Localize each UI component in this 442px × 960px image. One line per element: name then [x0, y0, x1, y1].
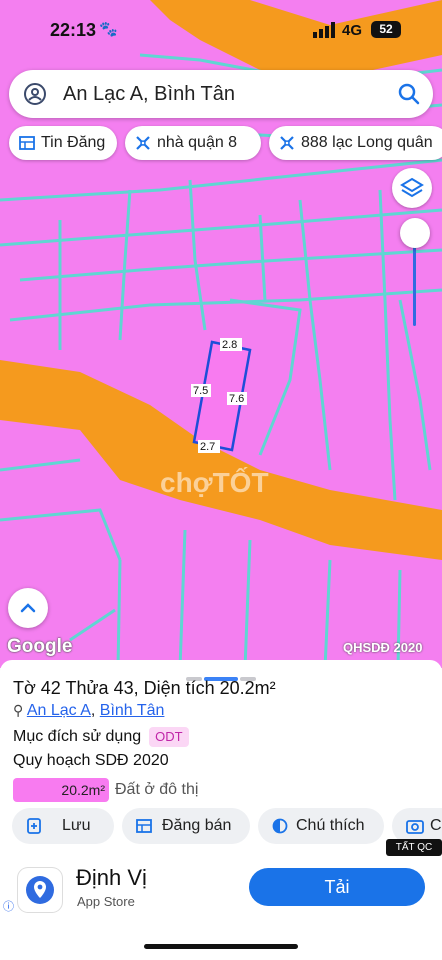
chotot-watermark: chợTỐT: [160, 466, 269, 498]
legend-button[interactable]: Chú thích: [258, 808, 384, 844]
district-link[interactable]: Bình Tân: [100, 702, 165, 719]
camera-icon: [406, 820, 424, 834]
ward-link[interactable]: An Lạc A: [27, 702, 91, 719]
app-icon[interactable]: [18, 868, 62, 912]
parcel-label-left: 7.5: [193, 385, 208, 397]
location-pin-icon: [24, 83, 46, 105]
purpose-row: Mục đích sử dụng ODT: [13, 727, 189, 747]
signal-icon: [313, 22, 335, 38]
ad-app-name: Định Vị: [76, 865, 147, 890]
parcel-label-bottom: 2.7: [200, 441, 215, 453]
expand-up-button[interactable]: [8, 588, 48, 628]
chip-tin-dang[interactable]: Tin Đăng: [9, 126, 117, 160]
layers-icon: [400, 177, 424, 198]
opacity-slider-track[interactable]: [413, 240, 416, 326]
download-button[interactable]: Tải: [249, 868, 425, 906]
post-icon: [136, 819, 152, 833]
plan-type: Đất ở đô thị: [115, 781, 199, 799]
map-pin-icon: ⚲: [13, 702, 24, 718]
search-icon[interactable]: [397, 82, 421, 106]
tag-icon: [280, 136, 294, 150]
save-button[interactable]: Lưu: [12, 808, 114, 844]
action-bar: Lưu Đăng bán Chú thích C: [0, 808, 442, 846]
legend-icon: [272, 818, 288, 834]
chip-label: 888 lạc Long quân: [301, 134, 433, 151]
hide-ads-badge[interactable]: TẤT QC: [386, 839, 442, 856]
plan-area-badge: 20.2m²: [13, 778, 109, 802]
google-logo: Google: [7, 636, 73, 657]
grid-icon: [19, 136, 35, 150]
status-bar: 22:13 🐾 4G 52: [0, 0, 442, 60]
parcel-info-sheet: Tờ 42 Thửa 43, Diện tích 20.2m² ⚲ An Lạc…: [0, 660, 442, 960]
purpose-label: Mục đích sử dụng: [13, 728, 142, 745]
address-separator: ,: [90, 702, 96, 719]
post-sale-button[interactable]: Đăng bán: [122, 808, 250, 844]
chip-label: nhà quận 8: [157, 134, 238, 151]
paw-icon: 🐾: [99, 21, 118, 38]
plan-row: 20.2m² Đất ở đô thị: [13, 778, 198, 802]
battery-icon: 52: [371, 21, 401, 38]
save-icon: [27, 818, 41, 834]
chip-nha-quan-8[interactable]: nhà quận 8: [125, 126, 261, 160]
search-query[interactable]: An Lạc A, Bình Tân: [63, 83, 235, 106]
save-label: Lưu: [62, 817, 91, 834]
parcel-label-right: 7.6: [229, 393, 244, 405]
network-type: 4G: [342, 22, 363, 39]
legend-label: Chú thích: [296, 817, 365, 834]
app-ad-banner[interactable]: ⓘ Định Vị App Store Tải: [0, 856, 442, 928]
parcel-label-top: 2.8: [222, 339, 237, 351]
ad-store: App Store: [77, 894, 135, 909]
layers-button[interactable]: [392, 168, 432, 208]
chip-label: Tin Đăng: [41, 134, 106, 151]
location-app-icon: [26, 876, 54, 904]
plan-label: Quy hoạch SDĐ 2020: [13, 752, 169, 769]
status-time: 22:13: [50, 20, 97, 40]
search-bar[interactable]: An Lạc A, Bình Tân: [9, 70, 433, 118]
chip-888-lac-long-quan[interactable]: 888 lạc Long quân: [269, 126, 442, 160]
parcel-title: Tờ 42 Thửa 43, Diện tích 20.2m²: [13, 678, 276, 698]
post-sale-label: Đăng bán: [162, 817, 232, 834]
parcel-address: ⚲ An Lạc A, Bình Tân: [13, 702, 164, 720]
info-icon[interactable]: ⓘ: [3, 898, 14, 914]
chevron-up-icon: [20, 603, 36, 613]
opacity-slider-handle[interactable]: [400, 218, 430, 248]
layer-source-label: QHSDĐ 2020: [343, 640, 423, 655]
tag-icon: [136, 136, 150, 150]
purpose-code-badge: ODT: [149, 727, 189, 747]
home-indicator[interactable]: [144, 944, 298, 949]
